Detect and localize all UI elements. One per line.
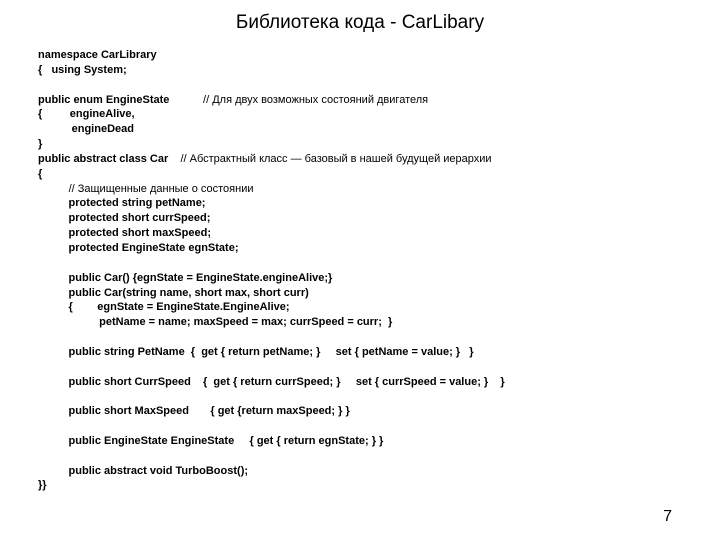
code-line: }} xyxy=(38,479,47,491)
code-line: { using System; xyxy=(38,64,127,76)
code-line: protected string petName; xyxy=(38,197,205,209)
page-number: 7 xyxy=(663,508,672,526)
code-comment: // Абстрактный класс — базовый в нашей б… xyxy=(180,153,491,165)
code-line: protected EngineState egnState; xyxy=(38,242,238,254)
code-line: public Car() {egnState = EngineState.eng… xyxy=(38,272,332,284)
code-line: public Car(string name, short max, short… xyxy=(38,287,309,299)
code-line: public short MaxSpeed { get {return maxS… xyxy=(38,405,350,417)
code-line: public string PetName { get { return pet… xyxy=(38,346,474,358)
code-line: { xyxy=(38,168,42,180)
code-line: public abstract class Car xyxy=(38,153,180,165)
code-line: petName = name; maxSpeed = max; currSpee… xyxy=(38,316,392,328)
code-line: namespace CarLibrary xyxy=(38,49,157,61)
code-line: protected short maxSpeed; xyxy=(38,227,211,239)
slide-title: Библиотека кода - CarLibary xyxy=(0,0,720,42)
code-line: public abstract void TurboBoost(); xyxy=(38,465,248,477)
code-block: namespace CarLibrary { using System; pub… xyxy=(0,42,720,493)
code-line: public short CurrSpeed { get { return cu… xyxy=(38,376,505,388)
code-comment: // Защищенные данные о состоянии xyxy=(69,183,254,195)
code-line: engineDead xyxy=(38,123,134,135)
code-line: public EngineState EngineState { get { r… xyxy=(38,435,383,447)
code-line xyxy=(38,183,69,195)
code-comment: // Для двух возможных состояний двигател… xyxy=(203,94,428,106)
code-line: protected short currSpeed; xyxy=(38,212,210,224)
code-line: { engineAlive, xyxy=(38,108,135,120)
code-line: } xyxy=(38,138,42,150)
code-line: public enum EngineState xyxy=(38,94,203,106)
code-line: { egnState = EngineState.EngineAlive; xyxy=(38,301,290,313)
